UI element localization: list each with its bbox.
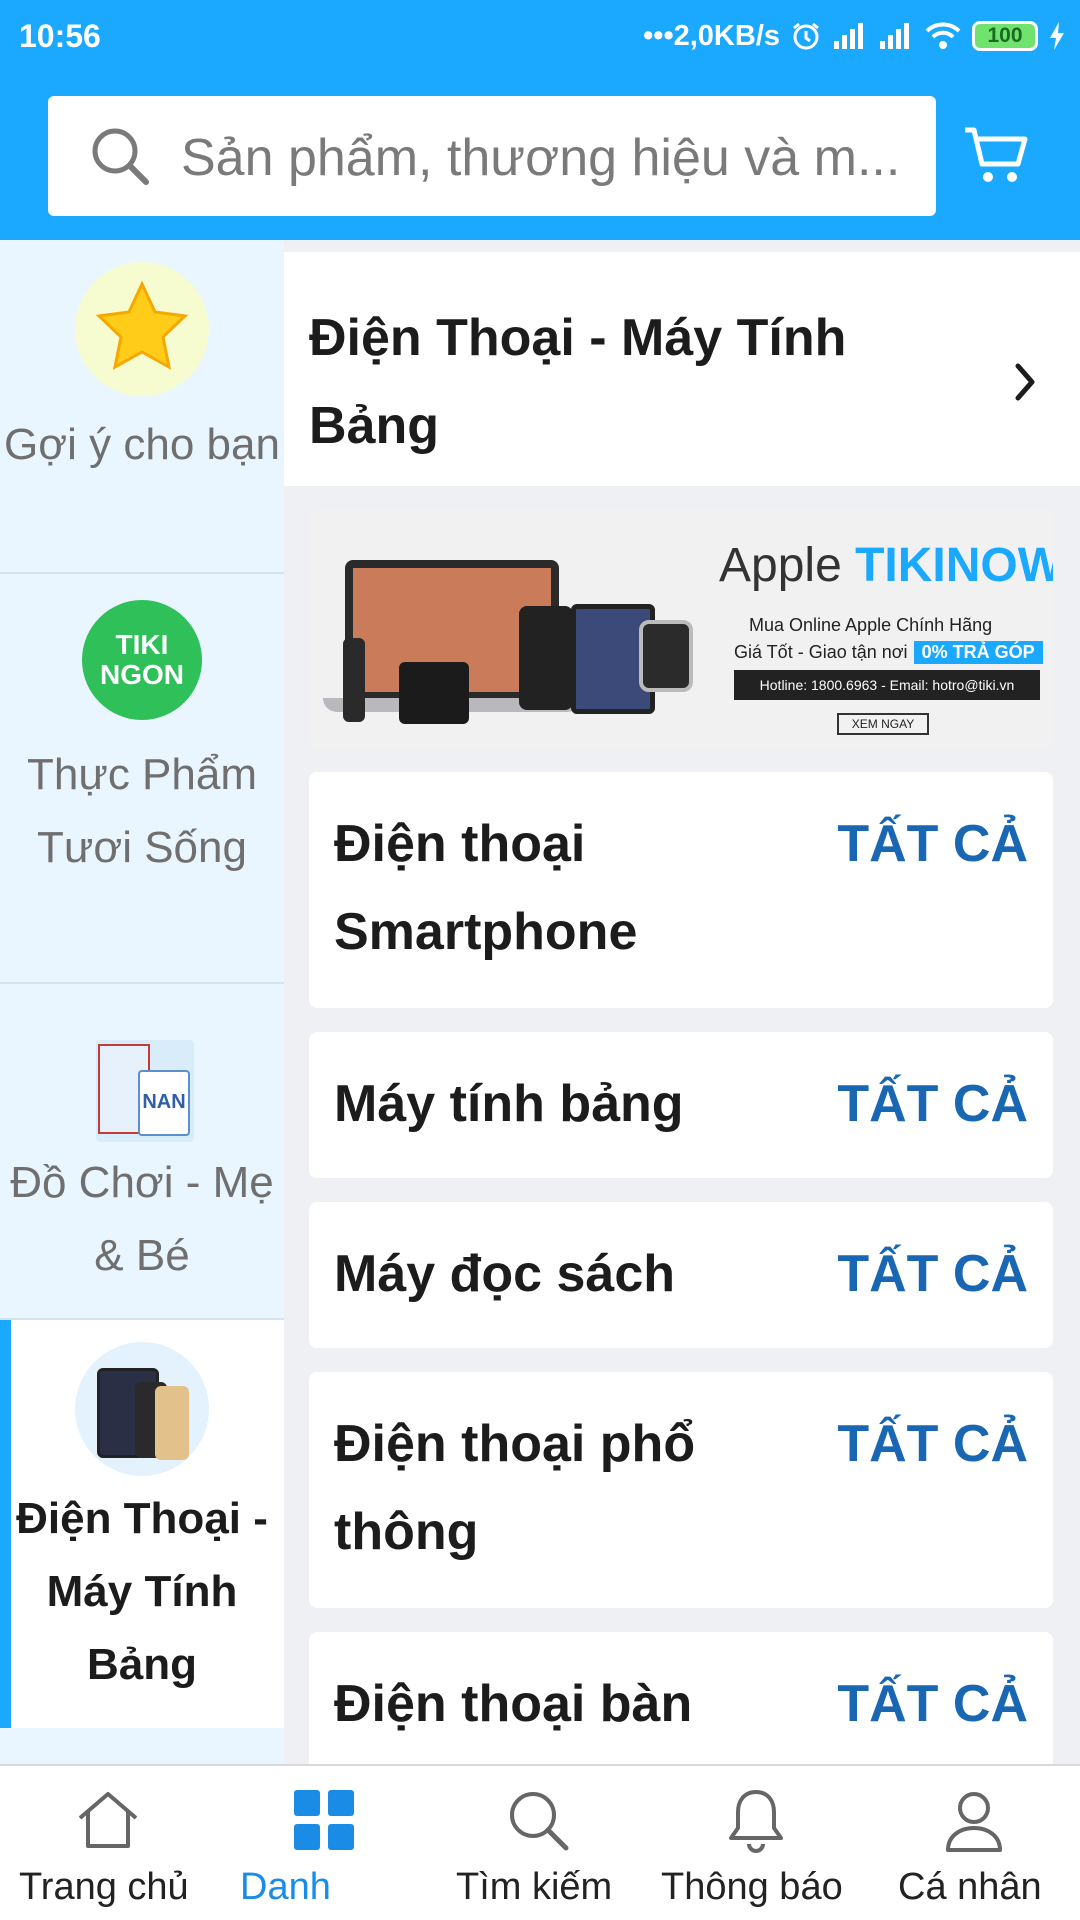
nav-label: Tìm kiếm (456, 1866, 613, 1908)
nav-label: Cá nhân (898, 1866, 1042, 1908)
sidebar-item-label: Đồ Chơi - Mẹ & Bé (10, 1158, 274, 1280)
nav-label: Danh (240, 1866, 331, 1908)
nav-search[interactable]: Tìm kiếm (440, 1766, 640, 1920)
baby-products-thumbnail: NAN (96, 1040, 194, 1142)
remote-image (343, 638, 365, 722)
nav-notifications[interactable]: Thông báo (656, 1766, 856, 1920)
nav-label: Thông báo (661, 1866, 843, 1908)
chevron-right-icon (1015, 363, 1035, 401)
sidebar-item-label: Gợi ý cho bạn (4, 420, 280, 469)
grid-icon (294, 1790, 354, 1850)
signal-icon-2 (880, 23, 909, 49)
banner-brand: Apple (719, 539, 842, 592)
subcategory-name: Điện thoại bàn (334, 1675, 693, 1733)
view-all-link[interactable]: TẤT CẢ (837, 1060, 1028, 1148)
home-icon (78, 1792, 138, 1848)
battery-indicator: 100 (972, 21, 1038, 51)
sidebar-item-label: Điện Thoại - Máy Tính Bảng (16, 1494, 268, 1689)
subcategory-card[interactable]: Điện thoại phổ thông TẤT CẢ (309, 1372, 1053, 1608)
view-all-link[interactable]: TẤT CẢ (837, 1660, 1028, 1748)
status-time: 10:56 (19, 18, 101, 54)
banner-line1: Mua Online Apple Chính Hãng (749, 615, 993, 635)
search-placeholder: Sản phẩm, thương hiệu và m... (181, 129, 901, 187)
nav-home[interactable]: Trang chủ (0, 1766, 216, 1920)
installment-tag: 0% TRẢ GÓP (913, 641, 1043, 664)
cart-icon[interactable] (962, 122, 1030, 190)
bottom-navigation: Trang chủ Danh Tìm kiếm Thông báo Cá nhâ… (0, 1764, 1080, 1920)
subcategory-card[interactable]: Điện thoại bàn TẤT CẢ (309, 1632, 1053, 1764)
network-speed: •••2,0KB/s (643, 19, 780, 52)
subcategory-name: Điện thoại Smartphone (334, 815, 638, 961)
category-title: Điện Thoại - Máy Tính Bảng (309, 309, 847, 455)
search-icon (92, 128, 149, 185)
view-all-link[interactable]: TẤT CẢ (837, 1400, 1028, 1488)
sidebar-item-suggestions[interactable]: Gợi ý cho bạn (0, 240, 284, 574)
subcategory-name: Máy tính bảng (334, 1075, 684, 1133)
banner-contact: Hotline: 1800.6963 - Email: hotro@tiki.v… (734, 670, 1040, 700)
bell-icon (729, 1790, 783, 1853)
app-header: Sản phẩm, thương hiệu và m... (0, 72, 1080, 240)
promo-banner[interactable]: Apple TIKINOW Mua Online Apple Chính Hãn… (309, 510, 1053, 750)
search-input[interactable]: Sản phẩm, thương hiệu và m... (48, 96, 936, 216)
tiki-ngon-logo: TIKI NGON (82, 600, 202, 720)
sidebar-item-fresh-food[interactable]: TIKI NGON Thực Phẩm Tươi Sống (0, 574, 284, 984)
view-all-link[interactable]: TẤT CẢ (837, 800, 1028, 888)
sidebar-item-phones-tablets[interactable]: Điện Thoại - Máy Tính Bảng (0, 1320, 284, 1728)
signal-icon (834, 23, 863, 49)
subcategory-name: Máy đọc sách (334, 1245, 676, 1303)
subcategory-name: Điện thoại phổ thông (334, 1415, 696, 1561)
banner-line2: Giá Tốt - Giao tận nơi (734, 642, 908, 662)
watch-image (639, 620, 693, 692)
apple-tv-image (399, 662, 469, 724)
phones-thumbnail (75, 1342, 209, 1476)
iphone-image (519, 606, 573, 710)
category-sidebar: Gợi ý cho bạn TIKI NGON Thực Phẩm Tươi S… (0, 240, 284, 1764)
sidebar-item-toys-baby[interactable]: NAN Đồ Chơi - Mẹ & Bé (0, 984, 284, 1320)
nav-profile[interactable]: Cá nhân (880, 1766, 1080, 1920)
user-icon (946, 1792, 1002, 1852)
category-content: Điện Thoại - Máy Tính Bảng Apple TIKINOW… (284, 240, 1080, 1764)
alarm-icon (793, 22, 819, 50)
view-all-link[interactable]: TẤT CẢ (837, 1230, 1028, 1318)
status-icons: •••2,0KB/s 100 (643, 16, 1066, 56)
search-icon (510, 1792, 569, 1851)
star-icon (75, 262, 209, 396)
banner-brand-accent: TIKINOW (855, 539, 1053, 592)
subcategory-card[interactable]: Máy tính bảng TẤT CẢ (309, 1032, 1053, 1178)
nav-label: Trang chủ (19, 1866, 189, 1908)
nav-categories[interactable]: Danh (216, 1766, 356, 1920)
category-header[interactable]: Điện Thoại - Máy Tính Bảng (284, 252, 1080, 486)
status-bar: 10:56 •••2,0KB/s 100 (0, 0, 1080, 72)
charging-icon (1050, 22, 1064, 50)
sidebar-item-label: Thực Phẩm Tươi Sống (27, 750, 257, 872)
banner-cta-button[interactable]: XEM NGAY (837, 713, 929, 735)
subcategory-card[interactable]: Điện thoại Smartphone TẤT CẢ (309, 772, 1053, 1008)
wifi-icon (925, 22, 961, 49)
subcategory-card[interactable]: Máy đọc sách TẤT CẢ (309, 1202, 1053, 1348)
